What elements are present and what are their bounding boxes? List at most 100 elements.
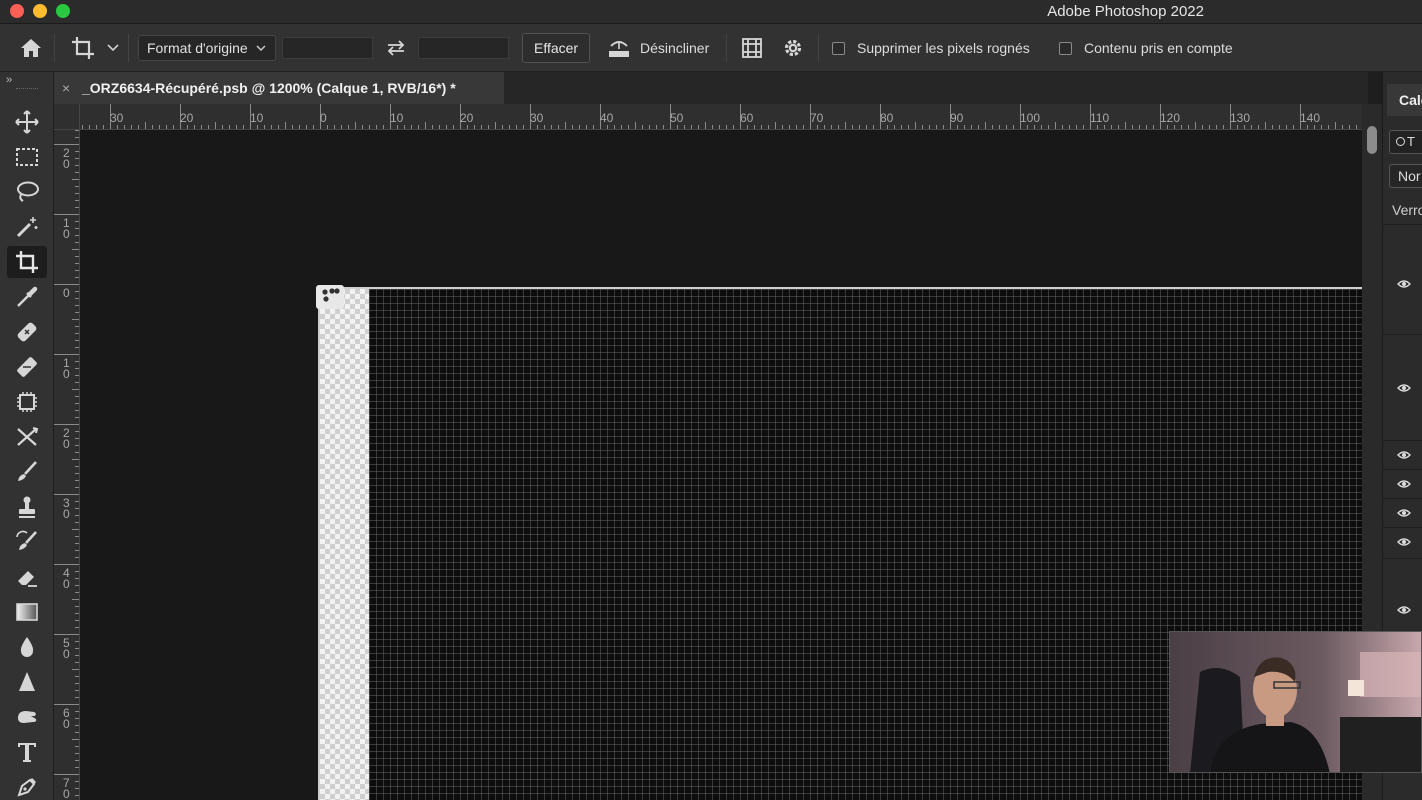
visibility-eye-icon[interactable] <box>1397 477 1411 491</box>
options-bar: Format d'origine Effacer Désincliner Sup… <box>0 24 1422 72</box>
gradient-tool[interactable] <box>7 596 47 628</box>
ruler-label: 110 <box>1090 111 1110 125</box>
ruler-label: 50 <box>670 111 684 125</box>
delete-cropped-checkbox[interactable] <box>832 41 845 55</box>
scrollbar-thumb[interactable] <box>1367 126 1377 154</box>
layer-row[interactable] <box>1383 558 1422 628</box>
layer-row[interactable] <box>1383 469 1422 497</box>
home-button[interactable] <box>18 24 44 72</box>
crop-handle-icon <box>322 288 340 302</box>
layer-filter-value: T <box>1407 134 1415 149</box>
gear-icon <box>784 39 802 57</box>
chevron-down-icon <box>256 45 266 51</box>
healing-patch-icon <box>17 357 37 377</box>
minimize-window-button[interactable] <box>33 4 47 18</box>
eyedropper-tool[interactable] <box>7 281 47 313</box>
blend-mode-select[interactable]: Nor <box>1389 164 1422 188</box>
crop-settings-button[interactable] <box>782 24 804 72</box>
pen-tool[interactable] <box>7 771 47 800</box>
overlay-options-button[interactable] <box>740 24 764 72</box>
layer-row[interactable] <box>1383 334 1422 438</box>
ruler-label: 20 <box>180 111 194 125</box>
crop-icon <box>72 37 94 59</box>
ruler-label: 140 <box>1300 111 1321 125</box>
ruler-label: 20 <box>63 426 70 451</box>
healing-brush-tool[interactable] <box>7 351 47 383</box>
divider <box>128 34 129 62</box>
collapse-toolbar-button[interactable]: ›› <box>6 74 12 86</box>
visibility-eye-icon[interactable] <box>1397 535 1411 549</box>
puppet-warp-tool[interactable] <box>7 421 47 453</box>
magic-wand-icon <box>16 217 38 238</box>
toolbar-grip[interactable] <box>16 88 38 90</box>
visibility-eye-icon[interactable] <box>1397 603 1411 617</box>
ruler-label: 10 <box>390 111 404 125</box>
magic-wand-tool[interactable] <box>7 211 47 243</box>
ruler-label: 120 <box>1160 111 1181 125</box>
zoom-window-button[interactable] <box>56 4 70 18</box>
lock-label: Verro <box>1392 202 1422 218</box>
document-tab[interactable]: × _ORZ6634-Récupéré.psb @ 1200% (Calque … <box>54 72 504 104</box>
visibility-eye-icon[interactable] <box>1397 506 1411 520</box>
ratio-select-value: Format d'origine <box>147 40 248 56</box>
delete-cropped-pixels-toggle[interactable]: Supprimer les pixels rognés <box>832 24 1030 72</box>
type-tool[interactable] <box>7 736 47 768</box>
ruler-label: 40 <box>600 111 614 125</box>
ruler-label: 20 <box>460 111 474 125</box>
ruler-label: 10 <box>250 111 264 125</box>
app-title: Adobe Photoshop 2022 <box>1047 3 1204 20</box>
horizontal-ruler[interactable]: 30 20 10 0 10 20 30 40 50 60 70 80 90 10… <box>54 104 1368 130</box>
close-tab-icon[interactable]: × <box>62 80 74 96</box>
width-field[interactable] <box>282 37 373 59</box>
eyedropper-icon <box>17 286 38 307</box>
divider <box>726 34 727 62</box>
grid-overlay-icon <box>742 38 762 58</box>
lasso-tool[interactable] <box>7 176 47 208</box>
content-aware-checkbox[interactable] <box>1059 41 1072 55</box>
divider <box>818 34 819 62</box>
tool-preset-picker[interactable] <box>70 24 120 72</box>
ruler-label: 0 <box>63 286 70 300</box>
lasso-icon <box>17 181 39 202</box>
ratio-select[interactable]: Format d'origine <box>138 35 276 61</box>
visibility-eye-icon[interactable] <box>1397 381 1411 395</box>
content-aware-label: Contenu pris en compte <box>1084 40 1233 56</box>
visibility-eye-icon[interactable] <box>1397 277 1411 291</box>
smudge-icon <box>18 711 37 723</box>
spot-healing-tool[interactable] <box>7 316 47 348</box>
ruler-label: 100 <box>1020 111 1041 125</box>
layer-filter-field[interactable]: T <box>1389 130 1422 154</box>
presenter-video <box>1170 632 1421 772</box>
close-window-button[interactable] <box>10 4 24 18</box>
document-tab-title: _ORZ6634-Récupéré.psb @ 1200% (Calque 1,… <box>82 80 456 96</box>
marquee-tool[interactable] <box>7 141 47 173</box>
layer-row[interactable] <box>1383 498 1422 526</box>
transparent-area <box>320 289 369 800</box>
move-tool[interactable] <box>7 106 47 138</box>
straighten-button[interactable]: Désincliner <box>606 24 709 72</box>
ruler-label: 70 <box>63 776 70 800</box>
history-brush-tool[interactable] <box>7 526 47 558</box>
swap-dimensions-button[interactable] <box>385 24 407 72</box>
brush-tool[interactable] <box>7 456 47 488</box>
layer-row[interactable] <box>1383 440 1422 468</box>
visibility-eye-icon[interactable] <box>1397 448 1411 462</box>
ruler-origin[interactable] <box>54 104 80 130</box>
move-icon <box>15 110 39 134</box>
ruler-label: 130 <box>1230 111 1251 125</box>
clear-button[interactable]: Effacer <box>522 33 591 63</box>
height-field[interactable] <box>418 37 509 59</box>
sharpen-tool[interactable] <box>7 666 47 698</box>
clone-stamp-tool[interactable] <box>7 491 47 523</box>
crop-corner-handle[interactable] <box>316 285 344 309</box>
layers-tab[interactable]: Calc <box>1387 84 1422 116</box>
crop-tool[interactable] <box>7 246 47 278</box>
vertical-ruler[interactable]: 20 10 0 10 20 30 40 50 60 70 <box>54 130 80 800</box>
smudge-tool[interactable] <box>7 701 47 733</box>
blur-tool[interactable] <box>7 631 47 663</box>
eraser-tool[interactable] <box>7 561 47 593</box>
content-aware-toggle[interactable]: Contenu pris en compte <box>1059 24 1233 72</box>
layer-row[interactable] <box>1383 224 1422 332</box>
content-aware-move-tool[interactable] <box>7 386 47 418</box>
layer-row[interactable] <box>1383 527 1422 557</box>
